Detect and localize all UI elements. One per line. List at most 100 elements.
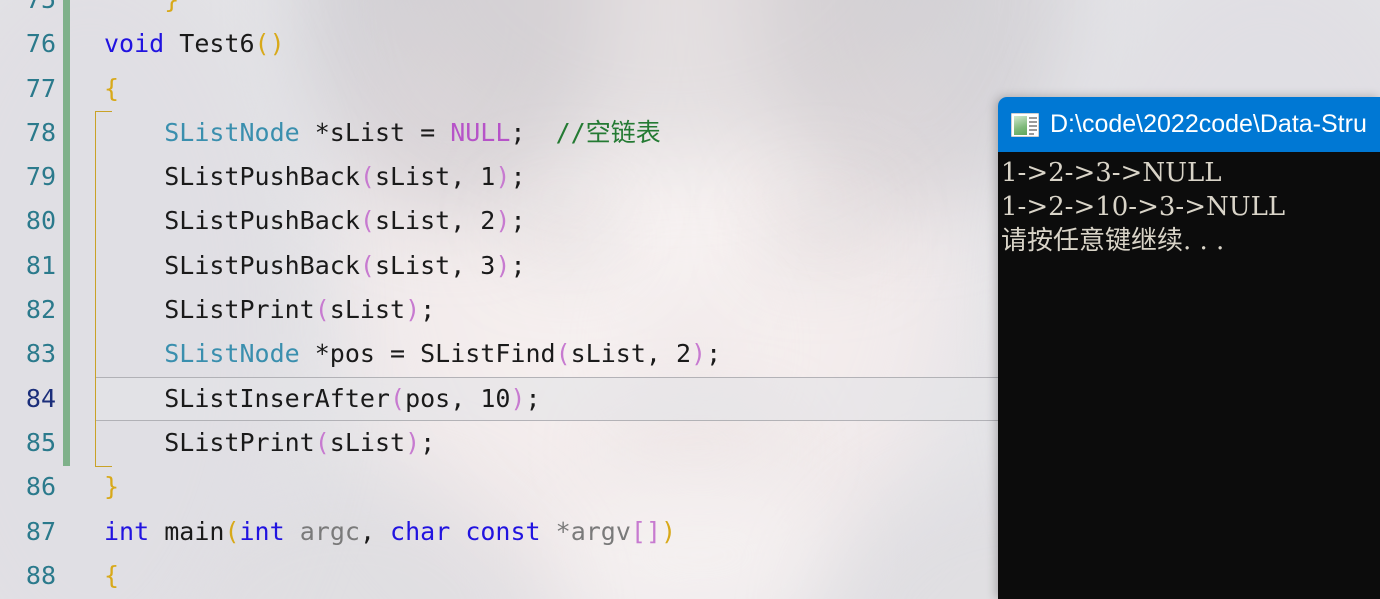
- code-token: (: [555, 339, 571, 369]
- code-text: SListPushBack(sList, 1);: [104, 155, 526, 199]
- code-token: const: [465, 516, 541, 546]
- code-token: char: [390, 516, 451, 546]
- code-token: ): [405, 295, 421, 325]
- code-token: ;: [510, 117, 526, 147]
- code-token: SListInserAfter: [164, 383, 390, 413]
- console-output-line: 1->2->3->NULL: [1001, 158, 1222, 188]
- code-text: SListPrint(sList);: [104, 421, 435, 465]
- code-token: int: [104, 516, 150, 546]
- screen: 75 } 76 void Test6 () 77 {78 SListNode *sList…: [0, 0, 1380, 599]
- code-token: main: [164, 516, 225, 546]
- code-text: {: [104, 67, 119, 111]
- code-token: (: [224, 516, 240, 546]
- code-token: (: [359, 162, 375, 192]
- line-number: 83: [25, 339, 56, 369]
- code-token: sList, 2: [374, 206, 496, 236]
- code-token: //空链表: [555, 117, 661, 147]
- code-token: ): [495, 162, 511, 192]
- line-number: 82: [25, 295, 56, 325]
- code-token: SListPushBack: [164, 250, 360, 280]
- code-token: ;: [420, 427, 436, 457]
- code-token: Test6: [179, 29, 255, 59]
- line-number: 84: [25, 383, 56, 413]
- code-token: {: [104, 73, 120, 103]
- code-token: SListPrint: [164, 295, 315, 325]
- console-output-line: 1->2->10->3->NULL: [1001, 192, 1286, 222]
- code-text: int main(int argc, char const *argv[]): [104, 510, 676, 554]
- code-token: sList, 3: [374, 250, 496, 280]
- code-token: }: [104, 472, 120, 502]
- code-text: }: [104, 465, 119, 509]
- line-number: 75: [0, 0, 56, 22]
- line-number: 77: [25, 73, 56, 103]
- code-fold-bracket-line[interactable]: [95, 111, 96, 466]
- console-window[interactable]: D:\code\2022code\Data-Stru 1->2->3->NULL…: [998, 97, 1380, 599]
- code-token: *pos = SListFind: [299, 339, 556, 369]
- code-token: sList: [329, 295, 406, 325]
- console-window-icon: [1011, 112, 1039, 137]
- code-token: *sList =: [299, 117, 451, 147]
- code-token: void: [104, 29, 165, 59]
- line-number: 88: [25, 560, 56, 590]
- code-text: SListNode *sList = NULL; //空链表: [104, 111, 661, 155]
- console-title-bar[interactable]: D:\code\2022code\Data-Stru: [998, 97, 1380, 152]
- code-token: SListNode: [164, 117, 300, 147]
- console-title-text: D:\code\2022code\Data-Stru: [1050, 110, 1367, 138]
- code-token: ): [495, 206, 511, 236]
- code-token: (: [359, 250, 375, 280]
- console-output[interactable]: 1->2->3->NULL 1->2->10->3->NULL 请按任意键继续. .…: [998, 152, 1380, 599]
- code-text: SListPrint(sList);: [104, 288, 435, 332]
- code-token: ): [510, 383, 526, 413]
- code-token: }: [164, 0, 179, 14]
- code-token: (: [390, 383, 406, 413]
- line-number: 80: [25, 206, 56, 236]
- code-token: ;: [706, 339, 722, 369]
- code-text: }: [104, 0, 179, 22]
- code-token: ): [405, 427, 421, 457]
- code-token: ;: [510, 206, 526, 236]
- line-number: 87: [25, 516, 56, 546]
- code-text: SListNode *pos = SListFind(sList, 2);: [104, 332, 721, 376]
- code-token: sList: [329, 427, 406, 457]
- code-token: ): [691, 339, 707, 369]
- code-token: []: [630, 516, 662, 546]
- code-token: argc: [299, 516, 360, 546]
- code-token: (: [314, 295, 330, 325]
- code-token: ,: [359, 516, 391, 546]
- saved-change-bar: [63, 0, 70, 466]
- code-text: SListPushBack(sList, 2);: [104, 199, 526, 243]
- line-number: 86: [25, 472, 56, 502]
- code-token: ;: [510, 162, 526, 192]
- code-token: ;: [525, 383, 541, 413]
- line-number: 76: [25, 29, 56, 59]
- code-line[interactable]: 76 void Test6(): [0, 22, 1380, 66]
- code-token: pos, 10: [405, 383, 511, 413]
- code-token: SListPrint: [164, 427, 315, 457]
- line-number: 79: [25, 162, 56, 192]
- code-token: (: [314, 427, 330, 457]
- code-text: SListInserAfter(pos, 10);: [104, 377, 541, 421]
- console-output-line: 请按任意键继续. . .: [1001, 226, 1225, 256]
- line-number: 81: [25, 250, 56, 280]
- code-line[interactable]: 75 }: [0, 0, 1380, 22]
- code-token: {: [104, 560, 120, 590]
- line-number: 85: [25, 427, 56, 457]
- code-token: ;: [420, 295, 436, 325]
- code-token: int: [239, 516, 285, 546]
- line-number: 78: [25, 117, 56, 147]
- code-text: SListPushBack(sList, 3);: [104, 244, 525, 288]
- code-token: SListNode: [164, 339, 300, 369]
